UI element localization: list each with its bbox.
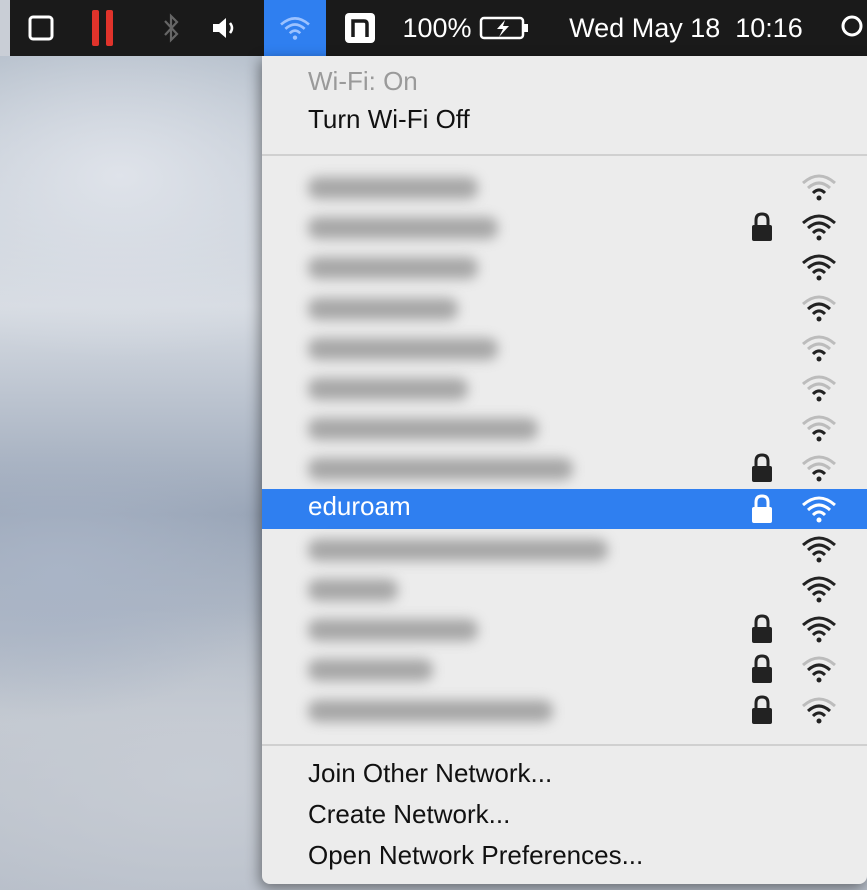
lock-icon [752,654,772,684]
wifi-signal-icon [802,295,836,322]
volume-icon[interactable] [208,0,244,56]
menu-bar: 100% Wed May 18 10:16 [10,0,867,56]
battery-percent: 100% [402,12,472,43]
network-item[interactable] [262,529,867,569]
lock-icon [752,695,772,724]
wifi-signal-icon [802,375,836,402]
network-item[interactable] [262,448,867,488]
network-item[interactable] [262,690,867,730]
network-name [308,619,478,642]
menu-divider [262,744,867,746]
network-name [308,177,478,199]
pause-icon[interactable] [86,0,120,56]
wifi-signal-icon [802,616,836,643]
wifi-signal-icon [802,536,836,563]
wifi-signal-icon [802,214,836,241]
wifi-menu-icon[interactable] [264,0,326,56]
wifi-signal-icon [802,174,836,201]
network-item[interactable] [262,408,867,448]
network-name [308,337,498,360]
battery-charging-icon[interactable] [476,0,534,56]
network-item[interactable] [262,288,867,328]
turn-wifi-off-item[interactable]: Turn Wi-Fi Off [308,104,470,135]
window-square-icon[interactable] [24,0,58,56]
network-name [308,699,553,722]
menubar-clock[interactable]: Wed May 18 10:16 [569,13,803,44]
network-item[interactable] [262,609,867,649]
wifi-dropdown-menu: Wi-Fi: On Turn Wi-Fi Off eduroam Join Ot… [262,56,867,884]
lock-icon [752,212,772,242]
network-item[interactable] [262,167,867,207]
network-name [308,257,478,280]
wifi-signal-icon [802,656,836,683]
create-network-item[interactable]: Create Network... [308,799,510,830]
network-item[interactable] [262,247,867,287]
network-name: eduroam [308,490,411,521]
wifi-signal-icon [802,254,836,281]
network-item[interactable] [262,569,867,609]
network-name [308,418,538,441]
network-item[interactable] [262,328,867,368]
network-name [308,579,398,601]
network-name [308,538,608,561]
wifi-signal-icon [802,496,836,523]
wifi-signal-icon [802,415,836,442]
network-item-selected[interactable]: eduroam [262,488,867,529]
network-item[interactable] [262,649,867,689]
menu-divider [262,154,867,156]
wifi-status-label: Wi-Fi: On [308,66,418,96]
lock-icon [752,494,772,523]
join-other-network-item[interactable]: Join Other Network... [308,758,552,789]
network-name [308,659,433,682]
app-n-icon[interactable] [342,0,378,56]
wifi-signal-icon [802,697,836,724]
bluetooth-icon[interactable] [156,0,186,56]
spotlight-search-icon[interactable] [840,0,867,56]
wifi-signal-icon [802,455,836,482]
network-name [308,297,458,320]
network-item[interactable] [262,207,867,247]
lock-icon [752,453,772,483]
network-name [308,378,468,400]
network-name [308,458,573,481]
network-item[interactable] [262,368,867,408]
wifi-signal-icon [802,576,836,603]
lock-icon [752,614,772,644]
network-name [308,217,498,240]
wifi-signal-icon [802,335,836,362]
open-network-preferences-item[interactable]: Open Network Preferences... [308,840,643,871]
